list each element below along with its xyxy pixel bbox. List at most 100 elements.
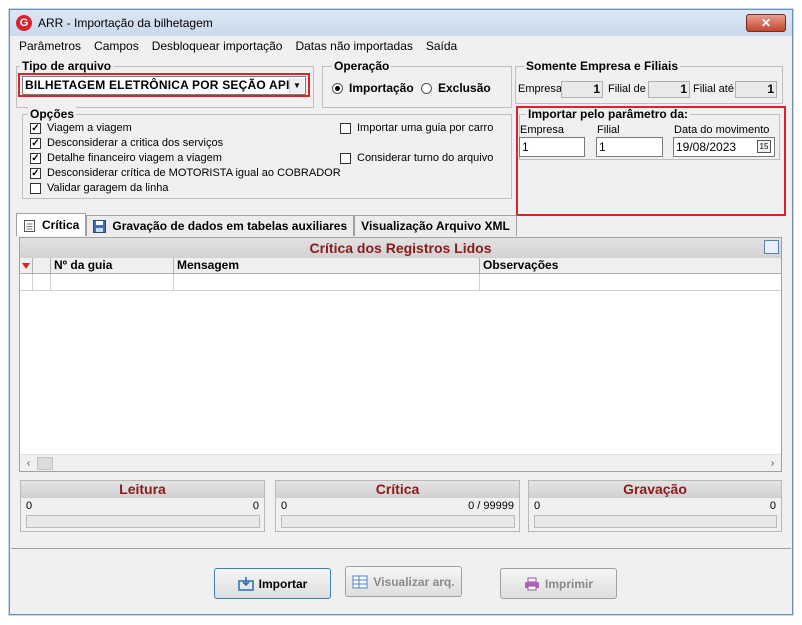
notepad-icon xyxy=(24,219,35,232)
checkbox-checked-icon[interactable]: ✓ xyxy=(30,167,41,179)
title-bar: G ARR - Importação da bilhetagem ✕ xyxy=(10,10,792,36)
menu-saida[interactable]: Saída xyxy=(426,39,457,53)
table-cell xyxy=(174,274,480,290)
checkbox-checked-icon[interactable]: ✓ xyxy=(30,122,41,134)
check-detalhe-financeiro[interactable]: ✓ Detalhe financeiro viagem a viagem xyxy=(30,152,222,164)
table-cell xyxy=(51,274,174,290)
table-cell xyxy=(20,274,33,290)
checkbox-checked-icon[interactable]: ✓ xyxy=(30,137,41,149)
check-detalhe-financeiro-label: Detalhe financeiro viagem a viagem xyxy=(47,152,222,164)
horizontal-scrollbar[interactable]: ‹ › xyxy=(20,454,781,471)
main-window: G ARR - Importação da bilhetagem ✕ Parâm… xyxy=(9,9,793,615)
highlight-importar-parametro xyxy=(516,106,786,216)
visualizar-arquivo-label: Visualizar arq. xyxy=(373,574,455,589)
imprimir-button[interactable]: Imprimir xyxy=(500,568,617,599)
table-cell xyxy=(33,274,51,290)
gravacao-progress-bar xyxy=(534,515,777,528)
print-preview-icon[interactable] xyxy=(764,240,779,254)
leitura-left-value: 0 xyxy=(26,500,33,512)
radio-unselected-icon[interactable] xyxy=(421,82,432,94)
sort-indicator-icon xyxy=(22,263,30,269)
importar-button-label: Importar xyxy=(258,576,308,591)
scroll-right-icon[interactable]: › xyxy=(764,455,781,472)
tab-visualizacao-xml[interactable]: Visualização Arquivo XML xyxy=(354,215,517,236)
somente-empresa-field[interactable]: 1 xyxy=(561,81,603,98)
printer-icon xyxy=(524,577,539,590)
radio-selected-icon[interactable] xyxy=(332,82,343,94)
checkbox-unchecked-icon[interactable] xyxy=(30,182,41,194)
tab-critica[interactable]: Crítica xyxy=(16,213,87,236)
radio-importacao[interactable]: Importação xyxy=(332,81,414,95)
gravacao-left-value: 0 xyxy=(534,500,541,512)
checkbox-unchecked-icon[interactable] xyxy=(340,152,351,164)
checkbox-checked-icon[interactable]: ✓ xyxy=(30,152,41,164)
imprimir-button-label: Imprimir xyxy=(544,576,593,591)
visualizar-arquivo-button[interactable]: Visualizar arq. xyxy=(345,566,462,597)
radio-exclusao[interactable]: Exclusão xyxy=(421,81,491,95)
critica-left-value: 0 xyxy=(281,500,288,512)
check-desconsiderar-critica-servicos-label: Desconsiderar a critica dos serviços xyxy=(47,137,224,149)
operacao-legend: Operação xyxy=(332,59,392,73)
filial-de-label: Filial de xyxy=(608,83,646,95)
menu-desbloquear-importacao[interactable]: Desbloquear importação xyxy=(152,39,283,53)
window-title: ARR - Importação da bilhetagem xyxy=(38,16,213,30)
menu-datas-nao-importadas[interactable]: Datas não importadas xyxy=(295,39,412,53)
tab-gravacao-dados-label: Gravação de dados em tabelas auxiliares xyxy=(112,219,348,233)
radio-importacao-label: Importação xyxy=(349,81,414,95)
critica-progress-bar xyxy=(281,515,515,528)
floppy-disk-icon xyxy=(93,219,107,233)
app-logo-icon: G xyxy=(16,15,32,31)
menu-campos[interactable]: Campos xyxy=(94,39,139,53)
grid-column-observacoes[interactable]: Observações xyxy=(480,258,781,273)
critica-stats-panel: Crítica 0 0 / 99999 xyxy=(275,480,520,532)
somente-empresa-label: Empresa xyxy=(518,83,563,95)
import-icon xyxy=(237,576,254,591)
filial-de-field[interactable]: 1 xyxy=(648,81,690,98)
checkbox-unchecked-icon[interactable] xyxy=(340,122,351,134)
check-viagem-a-viagem[interactable]: ✓ Viagem a viagem xyxy=(30,122,132,134)
critica-stats-title: Crítica xyxy=(276,481,519,498)
tab-critica-label: Crítica xyxy=(42,218,80,232)
menu-parametros[interactable]: Parâmetros xyxy=(19,39,81,53)
check-validar-garagem-label: Validar garagem da linha xyxy=(47,182,169,194)
highlight-tipo-arquivo xyxy=(18,73,310,97)
grid-column-selector[interactable] xyxy=(33,258,51,273)
check-motorista-igual-cobrador-label: Desconsiderar crítica de MOTORISTA igual… xyxy=(47,167,341,179)
somente-legend: Somente Empresa e Filiais xyxy=(524,59,681,73)
check-importar-guia-por-carro[interactable]: Importar uma guia por carro xyxy=(340,122,493,134)
scroll-thumb[interactable] xyxy=(37,457,53,470)
radio-exclusao-label: Exclusão xyxy=(438,81,491,95)
check-motorista-igual-cobrador[interactable]: ✓ Desconsiderar crítica de MOTORISTA igu… xyxy=(30,167,341,179)
grid-column-numero-guia[interactable]: Nº da guia xyxy=(51,258,174,273)
leitura-title: Leitura xyxy=(21,481,264,498)
leitura-progress-bar xyxy=(26,515,260,528)
check-importar-guia-por-carro-label: Importar uma guia por carro xyxy=(357,122,494,134)
close-button[interactable]: ✕ xyxy=(746,14,786,32)
leitura-right-value: 0 xyxy=(252,500,259,512)
check-considerar-turno-label: Considerar turno do arquivo xyxy=(357,152,494,164)
footer-divider xyxy=(11,548,791,549)
grid-column-mensagem[interactable]: Mensagem xyxy=(174,258,480,273)
leitura-panel: Leitura 0 0 xyxy=(20,480,265,532)
filial-ate-label: Filial até xyxy=(693,83,734,95)
tipo-arquivo-legend: Tipo de arquivo xyxy=(20,59,114,73)
check-validar-garagem[interactable]: Validar garagem da linha xyxy=(30,182,168,194)
tab-gravacao-dados[interactable]: Gravação de dados em tabelas auxiliares xyxy=(86,215,355,236)
opcoes-legend: Opções xyxy=(28,107,77,121)
tab-visualizacao-xml-label: Visualização Arquivo XML xyxy=(361,219,510,233)
gravacao-panel: Gravação 0 0 xyxy=(528,480,782,532)
gravacao-right-value: 0 xyxy=(769,500,776,512)
check-desconsiderar-critica-servicos[interactable]: ✓ Desconsiderar a critica dos serviços xyxy=(30,137,223,149)
gravacao-title: Gravação xyxy=(529,481,781,498)
filial-ate-field[interactable]: 1 xyxy=(735,81,777,98)
grid-header: Nº da guia Mensagem Observações xyxy=(20,258,781,274)
importar-button[interactable]: Importar xyxy=(214,568,331,599)
table-row[interactable] xyxy=(20,274,781,291)
critica-right-value: 0 / 99999 xyxy=(468,500,514,512)
grid-sort-column[interactable] xyxy=(20,258,33,273)
check-considerar-turno[interactable]: Considerar turno do arquivo xyxy=(340,152,493,164)
menu-bar: Parâmetros Campos Desbloquear importação… xyxy=(10,36,792,56)
tab-strip: Crítica Gravação de dados em tabelas aux… xyxy=(16,213,517,237)
check-viagem-a-viagem-label: Viagem a viagem xyxy=(47,122,132,134)
scroll-left-icon[interactable]: ‹ xyxy=(20,455,37,472)
